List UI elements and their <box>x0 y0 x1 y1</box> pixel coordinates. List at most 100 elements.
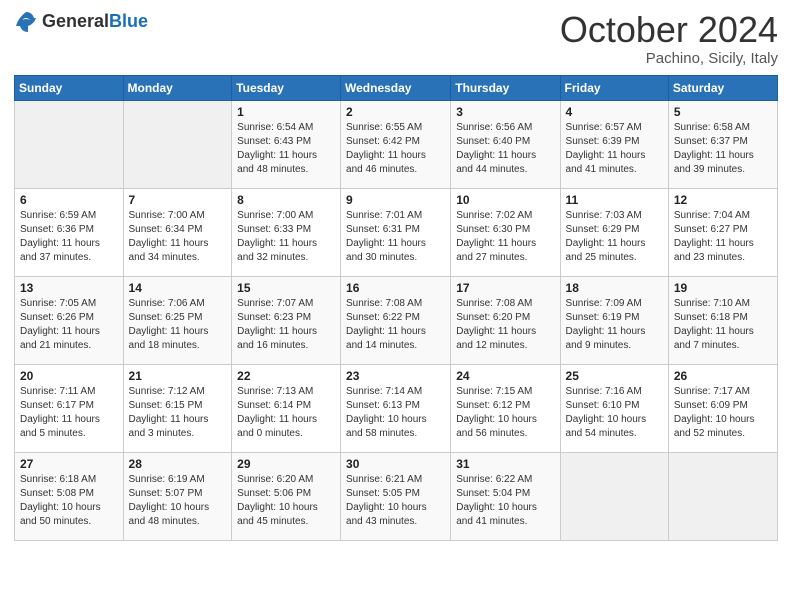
calendar-cell: 7 Sunrise: 7:00 AM Sunset: 6:34 PM Daylig… <box>123 188 232 276</box>
week-row-1: 1 Sunrise: 6:54 AM Sunset: 6:43 PM Daylig… <box>15 100 778 188</box>
cell-info: Sunrise: 7:00 AM Sunset: 6:33 PM Dayligh… <box>237 209 335 265</box>
cell-info: Sunrise: 7:04 AM Sunset: 6:27 PM Dayligh… <box>674 209 772 265</box>
day-number: 28 <box>129 457 227 471</box>
calendar-cell: 10 Sunrise: 7:02 AM Sunset: 6:30 PM Dayli… <box>451 188 560 276</box>
calendar-cell: 6 Sunrise: 6:59 AM Sunset: 6:36 PM Daylig… <box>15 188 124 276</box>
day-number: 29 <box>237 457 335 471</box>
logo-icon <box>14 10 38 34</box>
day-number: 21 <box>129 369 227 383</box>
cell-info: Sunrise: 6:18 AM Sunset: 5:08 PM Dayligh… <box>20 473 118 529</box>
calendar-cell <box>15 100 124 188</box>
cell-info: Sunrise: 7:07 AM Sunset: 6:23 PM Dayligh… <box>237 297 335 353</box>
cell-info: Sunrise: 7:02 AM Sunset: 6:30 PM Dayligh… <box>456 209 554 265</box>
calendar-cell: 21 Sunrise: 7:12 AM Sunset: 6:15 PM Dayli… <box>123 364 232 452</box>
cell-info: Sunrise: 7:10 AM Sunset: 6:18 PM Dayligh… <box>674 297 772 353</box>
cell-info: Sunrise: 7:08 AM Sunset: 6:22 PM Dayligh… <box>346 297 445 353</box>
day-number: 1 <box>237 105 335 119</box>
cell-info: Sunrise: 7:00 AM Sunset: 6:34 PM Dayligh… <box>129 209 227 265</box>
calendar-cell: 27 Sunrise: 6:18 AM Sunset: 5:08 PM Dayli… <box>15 452 124 540</box>
day-number: 27 <box>20 457 118 471</box>
cell-info: Sunrise: 6:56 AM Sunset: 6:40 PM Dayligh… <box>456 121 554 177</box>
day-number: 16 <box>346 281 445 295</box>
calendar-cell: 30 Sunrise: 6:21 AM Sunset: 5:05 PM Dayli… <box>341 452 451 540</box>
header: GeneralBlue October 2024 Pachino, Sicily… <box>14 10 778 67</box>
day-number: 19 <box>674 281 772 295</box>
day-number: 10 <box>456 193 554 207</box>
calendar-cell: 13Sunrise: 7:05 AM Sunset: 6:26 PM Dayli… <box>15 276 124 364</box>
cell-info: Sunrise: 6:55 AM Sunset: 6:42 PM Dayligh… <box>346 121 445 177</box>
calendar-table: SundayMondayTuesdayWednesdayThursdayFrid… <box>14 75 778 541</box>
cell-info: Sunrise: 7:16 AM Sunset: 6:10 PM Dayligh… <box>566 385 663 441</box>
day-number: 22 <box>237 369 335 383</box>
calendar-cell: 8 Sunrise: 7:00 AM Sunset: 6:33 PM Daylig… <box>232 188 341 276</box>
day-number: 8 <box>237 193 335 207</box>
calendar-cell <box>123 100 232 188</box>
cell-info: Sunrise: 7:13 AM Sunset: 6:14 PM Dayligh… <box>237 385 335 441</box>
calendar-cell: 25Sunrise: 7:16 AM Sunset: 6:10 PM Dayli… <box>560 364 668 452</box>
day-number: 17 <box>456 281 554 295</box>
logo: GeneralBlue <box>14 10 148 34</box>
cell-info: Sunrise: 6:21 AM Sunset: 5:05 PM Dayligh… <box>346 473 445 529</box>
calendar-cell: 3 Sunrise: 6:56 AM Sunset: 6:40 PM Daylig… <box>451 100 560 188</box>
day-number: 23 <box>346 369 445 383</box>
cell-info: Sunrise: 7:09 AM Sunset: 6:19 PM Dayligh… <box>566 297 663 353</box>
calendar-cell: 18 Sunrise: 7:09 AM Sunset: 6:19 PM Dayli… <box>560 276 668 364</box>
day-number: 9 <box>346 193 445 207</box>
cell-info: Sunrise: 6:58 AM Sunset: 6:37 PM Dayligh… <box>674 121 772 177</box>
day-number: 30 <box>346 457 445 471</box>
day-number: 14 <box>129 281 227 295</box>
weekday-wednesday: Wednesday <box>341 75 451 100</box>
calendar-cell: 4Sunrise: 6:57 AM Sunset: 6:39 PM Daylig… <box>560 100 668 188</box>
weekday-monday: Monday <box>123 75 232 100</box>
cell-info: Sunrise: 6:54 AM Sunset: 6:43 PM Dayligh… <box>237 121 335 177</box>
location: Pachino, Sicily, Italy <box>560 50 778 67</box>
cell-info: Sunrise: 7:11 AM Sunset: 6:17 PM Dayligh… <box>20 385 118 441</box>
day-number: 12 <box>674 193 772 207</box>
calendar-cell <box>560 452 668 540</box>
day-number: 20 <box>20 369 118 383</box>
weekday-saturday: Saturday <box>668 75 777 100</box>
weekday-friday: Friday <box>560 75 668 100</box>
calendar-cell: 29Sunrise: 6:20 AM Sunset: 5:06 PM Dayli… <box>232 452 341 540</box>
day-number: 18 <box>566 281 663 295</box>
day-number: 26 <box>674 369 772 383</box>
cell-info: Sunrise: 6:22 AM Sunset: 5:04 PM Dayligh… <box>456 473 554 529</box>
week-row-2: 6 Sunrise: 6:59 AM Sunset: 6:36 PM Daylig… <box>15 188 778 276</box>
calendar-cell: 1 Sunrise: 6:54 AM Sunset: 6:43 PM Daylig… <box>232 100 341 188</box>
calendar-cell: 16 Sunrise: 7:08 AM Sunset: 6:22 PM Dayli… <box>341 276 451 364</box>
cell-info: Sunrise: 7:01 AM Sunset: 6:31 PM Dayligh… <box>346 209 445 265</box>
cell-info: Sunrise: 7:06 AM Sunset: 6:25 PM Dayligh… <box>129 297 227 353</box>
calendar-cell: 20 Sunrise: 7:11 AM Sunset: 6:17 PM Dayli… <box>15 364 124 452</box>
cell-info: Sunrise: 6:59 AM Sunset: 6:36 PM Dayligh… <box>20 209 118 265</box>
calendar-cell: 9 Sunrise: 7:01 AM Sunset: 6:31 PM Daylig… <box>341 188 451 276</box>
calendar-cell: 31Sunrise: 6:22 AM Sunset: 5:04 PM Dayli… <box>451 452 560 540</box>
weekday-header-row: SundayMondayTuesdayWednesdayThursdayFrid… <box>15 75 778 100</box>
cell-info: Sunrise: 7:12 AM Sunset: 6:15 PM Dayligh… <box>129 385 227 441</box>
cell-info: Sunrise: 7:08 AM Sunset: 6:20 PM Dayligh… <box>456 297 554 353</box>
week-row-3: 13Sunrise: 7:05 AM Sunset: 6:26 PM Dayli… <box>15 276 778 364</box>
calendar-cell: 17 Sunrise: 7:08 AM Sunset: 6:20 PM Dayli… <box>451 276 560 364</box>
calendar-cell: 14 Sunrise: 7:06 AM Sunset: 6:25 PM Dayli… <box>123 276 232 364</box>
calendar-cell: 5 Sunrise: 6:58 AM Sunset: 6:37 PM Daylig… <box>668 100 777 188</box>
calendar-page: GeneralBlue October 2024 Pachino, Sicily… <box>0 0 792 612</box>
day-number: 11 <box>566 193 663 207</box>
cell-info: Sunrise: 7:17 AM Sunset: 6:09 PM Dayligh… <box>674 385 772 441</box>
day-number: 3 <box>456 105 554 119</box>
day-number: 7 <box>129 193 227 207</box>
week-row-4: 20 Sunrise: 7:11 AM Sunset: 6:17 PM Dayli… <box>15 364 778 452</box>
month-title: October 2024 <box>560 10 778 50</box>
calendar-cell: 2Sunrise: 6:55 AM Sunset: 6:42 PM Daylig… <box>341 100 451 188</box>
day-number: 6 <box>20 193 118 207</box>
calendar-cell: 11 Sunrise: 7:03 AM Sunset: 6:29 PM Dayli… <box>560 188 668 276</box>
day-number: 15 <box>237 281 335 295</box>
calendar-cell: 15 Sunrise: 7:07 AM Sunset: 6:23 PM Dayli… <box>232 276 341 364</box>
calendar-cell <box>668 452 777 540</box>
calendar-cell: 26 Sunrise: 7:17 AM Sunset: 6:09 PM Dayli… <box>668 364 777 452</box>
cell-info: Sunrise: 7:03 AM Sunset: 6:29 PM Dayligh… <box>566 209 663 265</box>
day-number: 5 <box>674 105 772 119</box>
cell-info: Sunrise: 6:19 AM Sunset: 5:07 PM Dayligh… <box>129 473 227 529</box>
cell-info: Sunrise: 7:15 AM Sunset: 6:12 PM Dayligh… <box>456 385 554 441</box>
day-number: 13 <box>20 281 118 295</box>
calendar-cell: 23Sunrise: 7:14 AM Sunset: 6:13 PM Dayli… <box>341 364 451 452</box>
calendar-cell: 12 Sunrise: 7:04 AM Sunset: 6:27 PM Dayli… <box>668 188 777 276</box>
